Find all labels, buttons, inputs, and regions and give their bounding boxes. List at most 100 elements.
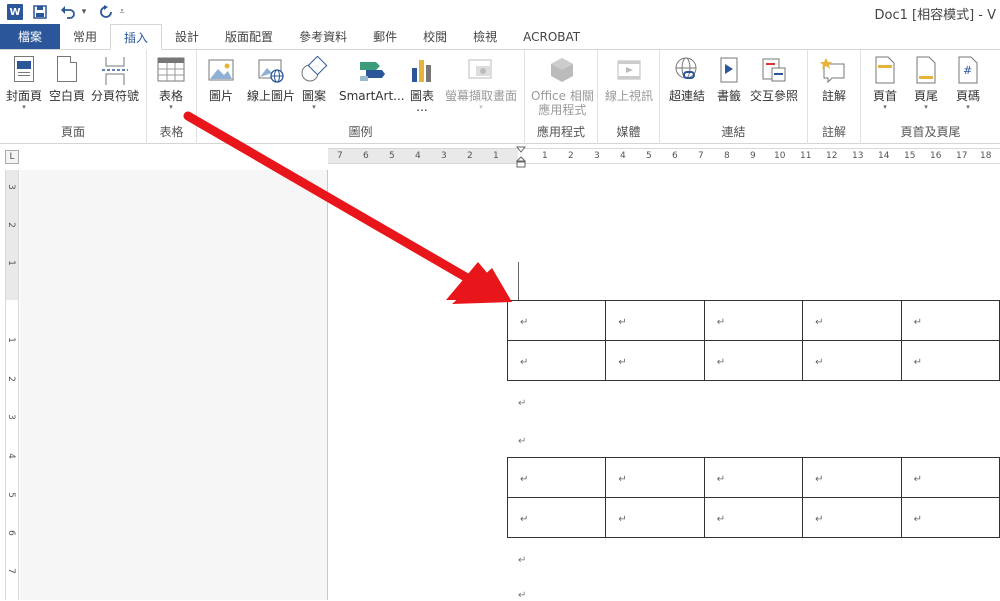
picture-button[interactable]: 圖片 <box>207 56 235 103</box>
group-links: 超連結 書籤 交互參照 連結 <box>660 50 808 144</box>
office-apps-button[interactable]: Office 相關 應用程式 <box>531 56 594 117</box>
tab-file[interactable]: 檔案 <box>0 24 60 49</box>
document-table-2[interactable]: ↵ ↵ ↵ ↵ ↵ ↵ ↵ ↵ ↵ ↵ <box>506 457 1000 538</box>
picture-icon <box>207 56 235 86</box>
cross-reference-button[interactable]: 交互參照 <box>750 56 798 103</box>
table-cell[interactable]: ↵ <box>605 457 705 498</box>
online-video-button[interactable]: 線上視訊 <box>605 56 653 103</box>
group-media: 線上視訊 媒體 <box>598 50 660 144</box>
page-break-icon <box>101 56 129 86</box>
document-table-1[interactable]: ↵ ↵ ↵ ↵ ↵ ↵ ↵ ↵ ↵ ↵ <box>506 300 1000 381</box>
group-label-tables: 表格 <box>159 125 184 139</box>
footer-icon <box>912 56 940 86</box>
customize-qat-icon[interactable]: ⩡ <box>117 2 127 22</box>
shapes-button[interactable]: 圖案 ▾ <box>300 55 328 111</box>
tab-layout[interactable]: 版面配置 <box>212 24 286 49</box>
document-workspace-margin <box>20 170 328 600</box>
svg-text:#: # <box>963 64 972 77</box>
hyperlink-button[interactable]: 超連結 <box>669 56 705 103</box>
table-cell[interactable]: ↵ <box>802 300 902 341</box>
hyperlink-icon <box>673 56 701 86</box>
table-cell[interactable]: ↵ <box>802 497 902 538</box>
cover-page-button[interactable]: 封面頁 ▾ <box>6 56 42 111</box>
tab-insert[interactable]: 插入 <box>110 24 163 50</box>
group-pages: 封面頁 ▾ 空白頁 分頁符號 頁面 <box>0 50 147 144</box>
table-cell[interactable]: ↵ <box>703 340 804 381</box>
ribbon-tabs: 檔案 常用 插入 設計 版面配置 參考資料 郵件 校閱 檢視 ACROBAT <box>0 24 1000 50</box>
document-title: Doc1 [相容模式] - V <box>874 8 996 23</box>
group-label-apps: 應用程式 <box>536 125 585 139</box>
cross-reference-icon <box>760 56 788 86</box>
group-label-links: 連結 <box>721 125 746 139</box>
paragraph-mark: ↵ <box>518 555 527 566</box>
bookmark-button[interactable]: 書籤 <box>715 56 743 103</box>
table-icon <box>157 56 185 86</box>
table-cell[interactable]: ↵ <box>703 300 804 341</box>
table-row: ↵ ↵ ↵ ↵ ↵ <box>506 497 1000 538</box>
group-label-comments: 註解 <box>821 125 846 139</box>
screenshot-button[interactable]: 螢幕擷取畫面 ▾ <box>445 56 517 111</box>
smartart-button[interactable]: SmartArt... <box>339 56 405 103</box>
table-cell[interactable]: ↵ <box>506 497 607 538</box>
title-bar: W ▾ ⩡ Doc1 [相容模式] - V <box>0 0 1000 24</box>
online-video-icon <box>615 56 643 86</box>
blank-page-button[interactable]: 空白頁 <box>49 56 85 103</box>
table-cell[interactable]: ↵ <box>900 300 1000 341</box>
paragraph-mark: ↵ <box>518 436 527 447</box>
table-cell[interactable]: ↵ <box>605 300 705 341</box>
blank-page-icon <box>53 56 81 86</box>
undo-dropdown-icon[interactable]: ▾ <box>79 2 89 22</box>
tab-acrobat[interactable]: ACROBAT <box>510 24 593 49</box>
chart-button[interactable]: 圖表 ... <box>408 56 436 113</box>
paragraph-mark: ↵ <box>518 590 527 601</box>
chart-icon <box>408 56 436 86</box>
table-cell[interactable]: ↵ <box>605 340 705 381</box>
table-cell[interactable]: ↵ <box>900 457 1000 498</box>
tab-home[interactable]: 常用 <box>60 24 110 49</box>
redo-icon[interactable] <box>95 2 117 22</box>
table-cell[interactable]: ↵ <box>506 300 607 341</box>
table-button[interactable]: 表格 ▾ <box>157 56 185 111</box>
tab-view[interactable]: 檢視 <box>460 24 510 49</box>
comment-button[interactable]: 註解 <box>820 56 848 103</box>
table-cell[interactable]: ↵ <box>605 497 705 538</box>
group-label-header-footer: 頁首及頁尾 <box>900 125 961 139</box>
header-button[interactable]: 頁首 ▾ <box>871 56 899 111</box>
group-label-media: 媒體 <box>616 125 641 139</box>
table-cell[interactable]: ↵ <box>703 457 804 498</box>
table-cell[interactable]: ↵ <box>703 497 804 538</box>
tab-review[interactable]: 校閱 <box>410 24 460 49</box>
word-logo-icon: W <box>7 4 23 20</box>
footer-button[interactable]: 頁尾 ▾ <box>912 56 940 111</box>
tab-design[interactable]: 設計 <box>162 24 212 49</box>
table-cell[interactable]: ↵ <box>506 340 607 381</box>
table-cell[interactable]: ↵ <box>802 340 902 381</box>
group-tables: 表格 ▾ 表格 <box>147 50 197 144</box>
tab-mailings[interactable]: 郵件 <box>360 24 410 49</box>
group-label-pages: 頁面 <box>60 125 85 139</box>
tab-selector-button[interactable]: L <box>5 150 19 164</box>
online-picture-button[interactable]: 線上圖片 <box>247 56 295 103</box>
table-cell[interactable]: ↵ <box>802 457 902 498</box>
cover-page-icon <box>10 56 38 86</box>
ribbon-insert: 封面頁 ▾ 空白頁 分頁符號 頁面 表格 ▾ 表格 圖片 線上圖片 圖案 ▾ S… <box>0 50 1000 144</box>
group-illustrations: 圖片 線上圖片 圖案 ▾ SmartArt... 圖表 ... 螢幕擷取畫面 ▾… <box>197 50 525 144</box>
paragraph-mark: ↵ <box>518 398 527 409</box>
page-number-button[interactable]: # 頁碼 ▾ <box>954 56 982 111</box>
horizontal-ruler[interactable]: 7 6 5 4 3 2 1 1 2 3 4 5 6 7 8 9 10 11 12… <box>328 146 1000 168</box>
shapes-icon <box>300 55 328 86</box>
table-cell[interactable]: ↵ <box>900 340 1000 381</box>
tab-references[interactable]: 參考資料 <box>286 24 360 49</box>
screenshot-icon <box>467 56 495 86</box>
office-apps-icon <box>548 56 576 86</box>
undo-icon[interactable] <box>57 2 79 22</box>
vertical-ruler[interactable]: 3 2 1 1 2 3 4 5 6 7 <box>5 170 19 600</box>
group-apps: Office 相關 應用程式 應用程式 <box>525 50 598 144</box>
text-cursor <box>518 262 519 300</box>
table-cell[interactable]: ↵ <box>506 457 607 498</box>
indent-marker-icon[interactable] <box>515 146 527 168</box>
save-icon[interactable] <box>29 2 51 22</box>
page-break-button[interactable]: 分頁符號 <box>91 56 139 103</box>
table-cell[interactable]: ↵ <box>900 497 1000 538</box>
group-label-illustrations: 圖例 <box>348 125 373 139</box>
